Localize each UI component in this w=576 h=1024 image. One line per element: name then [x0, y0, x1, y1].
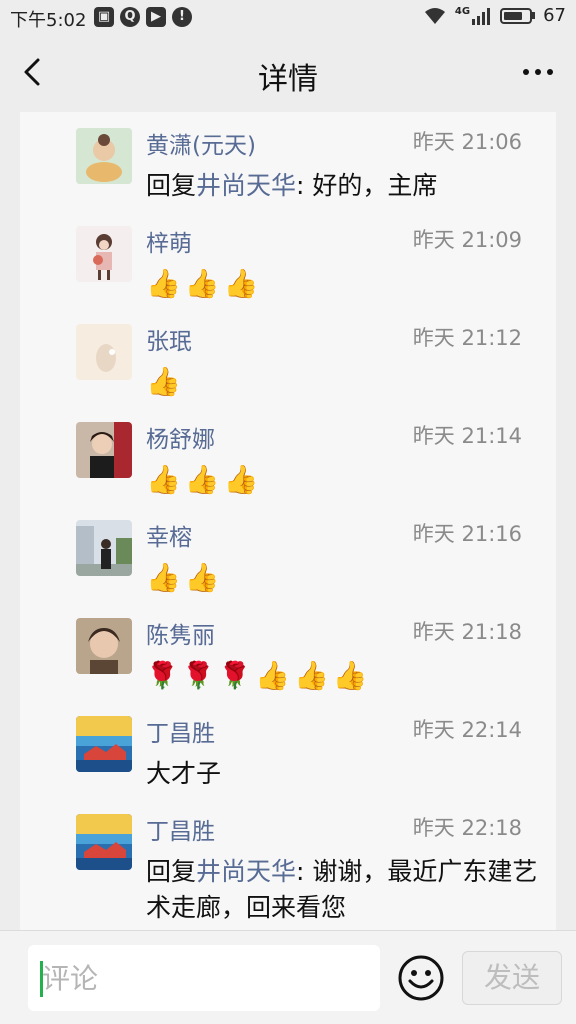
comment-input[interactable]: [28, 945, 380, 1011]
commenter-name[interactable]: 杨舒娜: [146, 420, 215, 454]
commenter-name[interactable]: 丁昌胜: [146, 714, 215, 748]
q-notification-icon: Q: [120, 7, 140, 27]
comment-list: 黄潇(元天) 昨天 21:06 回复井尚天华: 好的，主席 梓萌 昨天 21:0…: [20, 112, 556, 930]
comment-time: 昨天 21:09: [412, 228, 522, 252]
more-horizontal-icon: [523, 69, 553, 75]
comment-input-bar: 发送: [0, 930, 576, 1024]
thumbs-up-emoji: 👍: [332, 659, 368, 692]
thumbs-up-emoji: 👍: [146, 365, 181, 398]
more-button[interactable]: [520, 60, 556, 84]
thumbs-up-emoji: 👍: [184, 267, 220, 300]
smiley-icon: [398, 955, 444, 1001]
comment-text: 大才子: [146, 759, 222, 788]
comment-text: 回复井尚天华: 好的，主席: [146, 171, 438, 200]
comment-time: 昨天 21:16: [412, 522, 522, 546]
comment-time: 昨天 21:18: [412, 620, 522, 644]
picture-notification-icon: ▣: [94, 7, 114, 27]
emoji-button[interactable]: [396, 953, 446, 1003]
text-caret: [40, 961, 43, 997]
avatar[interactable]: [76, 422, 132, 478]
battery-icon: [500, 7, 533, 24]
thumbs-up-emoji: 👍: [294, 659, 329, 692]
signal-icon: [472, 7, 491, 25]
status-notification-icons: ▣ Q ▶ !: [94, 7, 192, 27]
play-notification-icon: ▶: [146, 7, 166, 27]
comment-emojis: 🌹 🌹 🌹 👍 👍 👍: [146, 658, 546, 694]
commenter-name[interactable]: 丁昌胜: [146, 812, 215, 846]
avatar[interactable]: [76, 520, 132, 576]
comment-emojis: 👍 👍 👍: [146, 462, 546, 498]
commenter-name[interactable]: 幸榕: [146, 518, 192, 552]
comment-time: 昨天 22:14: [412, 718, 522, 742]
header: 详情: [0, 34, 576, 112]
status-time: 下午5:02: [10, 10, 87, 31]
commenter-name[interactable]: 黄潇(元天): [146, 126, 256, 160]
alert-notification-icon: !: [172, 7, 192, 27]
commenter-name[interactable]: 梓萌: [146, 224, 192, 258]
comment-time: 昨天 21:14: [412, 424, 522, 448]
thumbs-up-emoji: 👍: [146, 463, 181, 496]
status-bar: 下午5:02 ▣ Q ▶ ! 4G 67: [0, 0, 576, 34]
avatar[interactable]: [76, 618, 132, 674]
avatar[interactable]: [76, 226, 132, 282]
avatar[interactable]: [76, 814, 132, 870]
battery-level: 67: [543, 5, 566, 26]
page-title: 详情: [258, 62, 318, 97]
comment-emojis: 👍 👍: [146, 560, 546, 596]
commenter-name[interactable]: 陈隽丽: [146, 616, 215, 650]
send-button[interactable]: 发送: [462, 951, 562, 1005]
comment-emojis: 👍: [146, 364, 546, 400]
rose-emoji: 🌹: [218, 661, 252, 691]
comment-time: 昨天 22:18: [412, 816, 522, 840]
avatar[interactable]: [76, 324, 132, 380]
status-right: 4G 67: [423, 5, 566, 26]
avatar[interactable]: [76, 716, 132, 772]
thumbs-up-emoji: 👍: [255, 659, 290, 692]
thumbs-up-emoji: 👍: [146, 267, 181, 300]
avatar[interactable]: [76, 128, 132, 184]
reply-target[interactable]: 井尚天华: [196, 171, 296, 200]
thumbs-up-emoji: 👍: [223, 267, 259, 300]
comment-emojis: 👍 👍 👍: [146, 266, 546, 302]
thumbs-up-emoji: 👍: [146, 561, 181, 594]
thumbs-up-emoji: 👍: [184, 463, 220, 496]
comment-time: 昨天 21:06: [412, 130, 522, 154]
comment-time: 昨天 21:12: [412, 326, 522, 350]
commenter-name[interactable]: 张珉: [146, 322, 192, 356]
comment-text: 回复井尚天华: 谢谢，最近广东建艺术走廊，回来看您: [146, 857, 538, 922]
wifi-icon: [424, 7, 445, 24]
network-type: 4G: [454, 6, 471, 17]
rose-emoji: 🌹: [146, 661, 179, 691]
thumbs-up-emoji: 👍: [223, 463, 259, 496]
reply-target[interactable]: 井尚天华: [196, 857, 296, 886]
rose-emoji: 🌹: [182, 661, 215, 691]
thumbs-up-emoji: 👍: [184, 561, 220, 594]
